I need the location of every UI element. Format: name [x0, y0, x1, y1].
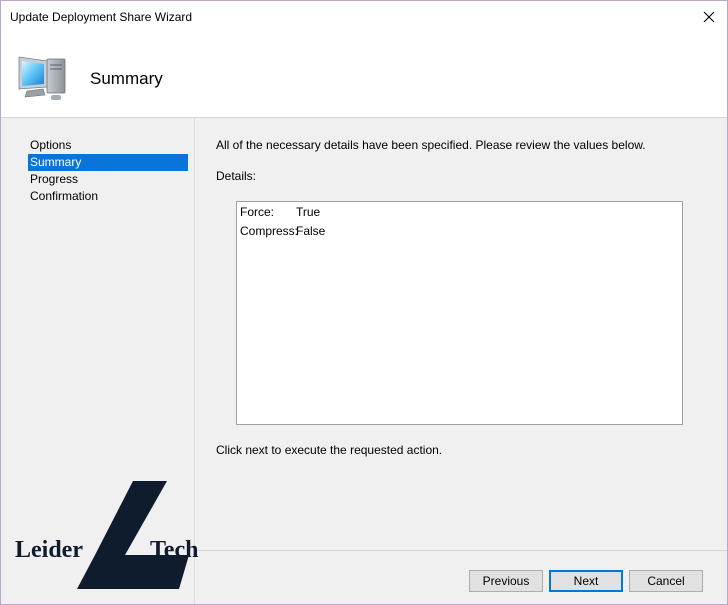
- page-title: Summary: [90, 69, 163, 88]
- detail-key: Compress:: [240, 224, 299, 238]
- logo-text-left: Leider: [15, 537, 83, 563]
- title-bar: Update Deployment Share Wizard: [1, 1, 727, 33]
- summary-content: All of the necessary details have been s…: [195, 118, 727, 549]
- footer-divider: [195, 550, 727, 551]
- step-summary[interactable]: Summary: [28, 154, 188, 171]
- step-options[interactable]: Options: [28, 137, 188, 154]
- computer-icon: [18, 56, 66, 100]
- wizard-window: Update Deployment Share Wizard Summary O…: [0, 0, 728, 605]
- step-confirmation[interactable]: Confirmation: [28, 188, 188, 205]
- step-progress[interactable]: Progress: [28, 171, 188, 188]
- logo-text-right: Tech: [150, 537, 198, 563]
- previous-button[interactable]: Previous: [469, 570, 543, 592]
- detail-key: Force:: [240, 205, 275, 219]
- footer-instruction: Click next to execute the requested acti…: [216, 443, 443, 457]
- wizard-header: Summary: [1, 33, 727, 117]
- window-title: Update Deployment Share Wizard: [10, 10, 193, 24]
- details-label: Details:: [216, 169, 257, 183]
- detail-value: False: [296, 224, 326, 238]
- close-icon: [703, 11, 715, 23]
- next-button[interactable]: Next: [549, 570, 623, 592]
- intro-text: All of the necessary details have been s…: [216, 138, 646, 152]
- details-textbox[interactable]: Force: True Compress: False: [236, 201, 683, 425]
- leidertech-logo: Leider Tech: [15, 481, 198, 589]
- close-button[interactable]: [691, 1, 727, 33]
- detail-value: True: [296, 205, 321, 219]
- cancel-button[interactable]: Cancel: [629, 570, 703, 592]
